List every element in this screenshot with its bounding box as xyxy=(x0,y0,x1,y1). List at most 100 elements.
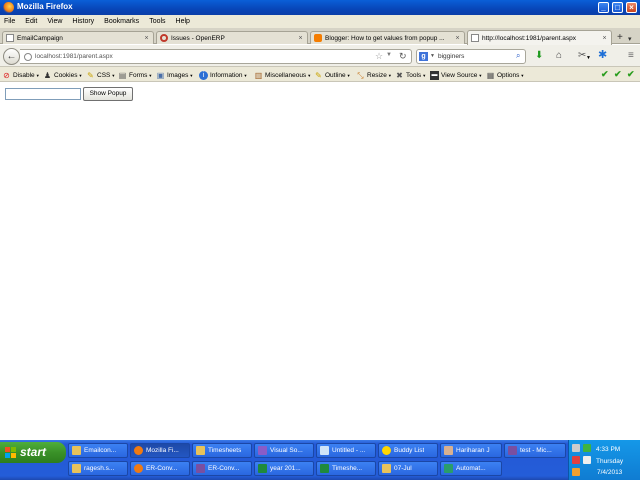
reload-icon[interactable]: ↻ xyxy=(399,51,407,62)
show-popup-button[interactable]: Show Popup xyxy=(83,87,133,101)
tab-emailcampaign[interactable]: EmailCampaign × xyxy=(2,31,154,44)
page-icon xyxy=(6,34,14,42)
dev-outline[interactable]: ✎ Outline ▼ xyxy=(314,70,350,80)
sql-icon xyxy=(196,464,205,473)
network-icon[interactable] xyxy=(572,444,580,452)
taskbar-item[interactable]: test - Mic... xyxy=(504,443,566,458)
css-icon: ✎ xyxy=(87,70,94,80)
dev-forms[interactable]: ▤ Forms ▼ xyxy=(118,70,153,80)
page-icon xyxy=(471,34,479,42)
menu-tools[interactable]: Tools xyxy=(149,18,165,25)
dev-cookies[interactable]: ♟ Cookies ▼ xyxy=(43,70,83,80)
menu-bookmarks[interactable]: Bookmarks xyxy=(104,18,139,25)
url-bar[interactable]: localhost:1981/parent.aspx ☆ ▼ ↻ xyxy=(20,49,412,64)
tab-close-icon[interactable]: × xyxy=(142,34,151,43)
navigation-bar: ← localhost:1981/parent.aspx ☆ ▼ ↻ g ▼ b… xyxy=(0,45,640,67)
firefox-icon xyxy=(134,446,143,455)
tab-close-icon[interactable]: × xyxy=(453,34,462,43)
globe-icon xyxy=(24,53,32,61)
tools-icon: ✖ xyxy=(396,70,403,80)
taskbar-item[interactable]: Timeshe... xyxy=(316,461,376,476)
tab-list-icon[interactable]: ▾ xyxy=(628,35,632,45)
blogger-icon xyxy=(314,34,322,42)
firebug-icon[interactable]: ✱ xyxy=(598,50,607,61)
miscellaneous-icon: ▥ xyxy=(254,70,263,80)
dev-disable[interactable]: ⊘ Disable ▼ xyxy=(2,70,40,80)
dev-information[interactable]: i Information ▼ xyxy=(199,70,248,80)
home-icon[interactable]: ⌂ xyxy=(556,50,562,61)
resize-icon: ⤡ xyxy=(357,70,364,80)
tab-bar: EmailCampaign × Issues - OpenERP × Blogg… xyxy=(0,28,640,45)
forms-icon: ▤ xyxy=(118,70,127,80)
minimize-button[interactable]: _ xyxy=(598,2,609,13)
start-button[interactable]: start xyxy=(0,442,66,463)
history-dropdown-icon[interactable]: ▼ xyxy=(386,52,392,58)
taskbar-item[interactable]: ragesh.s... xyxy=(68,461,128,476)
dev-view-source[interactable]: ▬ View Source ▼ xyxy=(430,70,482,80)
bookmark-star-icon[interactable]: ☆ xyxy=(375,51,383,62)
dev-miscellaneous[interactable]: ▥ Miscellaneous ▼ xyxy=(254,70,311,80)
dev-resize[interactable]: ⤡ Resize ▼ xyxy=(356,70,392,80)
disable-icon: ⊘ xyxy=(3,70,10,80)
search-bar[interactable]: g ▼ bigginers ⌕ xyxy=(416,49,526,64)
new-tab-icon[interactable]: + xyxy=(617,33,623,43)
menu-edit[interactable]: Edit xyxy=(25,18,37,25)
menu-history[interactable]: History xyxy=(72,18,94,25)
validation-check-icon[interactable]: ✔ xyxy=(614,69,622,80)
firefox-icon xyxy=(3,2,14,13)
taskbar-item[interactable]: Emailcon... xyxy=(68,443,128,458)
tray-status-icon[interactable] xyxy=(583,444,591,452)
tab-issues-openerp[interactable]: Issues - OpenERP × xyxy=(156,31,308,44)
value-textbox[interactable] xyxy=(5,88,81,100)
taskbar-item[interactable]: ER-Conv... xyxy=(192,461,252,476)
images-icon: ▣ xyxy=(156,70,165,80)
taskbar-item[interactable]: Timesheets xyxy=(192,443,252,458)
system-tray: 4:33 PM Thursday 7/4/2013 xyxy=(568,440,640,480)
security-icon[interactable] xyxy=(572,456,580,464)
menu-help[interactable]: Help xyxy=(176,18,190,25)
google-icon[interactable]: g xyxy=(419,52,428,61)
menu-icon[interactable]: ≡ xyxy=(628,50,634,61)
update-icon[interactable] xyxy=(572,468,580,476)
tab-blogger[interactable]: Blogger: How to get values from popup ..… xyxy=(310,31,465,44)
folder-icon xyxy=(196,446,205,455)
dev-css[interactable]: ✎ CSS ▼ xyxy=(86,70,115,80)
page-content: Show Popup xyxy=(0,82,640,440)
cookies-icon: ♟ xyxy=(43,70,52,80)
taskbar-item[interactable]: Visual So... xyxy=(254,443,314,458)
maximize-button[interactable]: □ xyxy=(612,2,623,13)
dev-images[interactable]: ▣ Images ▼ xyxy=(156,70,194,80)
taskbar-item[interactable]: 07-Jul xyxy=(378,461,438,476)
validation-check-icon[interactable]: ✔ xyxy=(601,69,609,80)
taskbar-item[interactable]: year 201... xyxy=(254,461,314,476)
menu-view[interactable]: View xyxy=(47,18,62,25)
clock-time[interactable]: 4:33 PM xyxy=(596,446,620,453)
validation-check-icon[interactable]: ✔ xyxy=(627,69,635,80)
tab-close-icon[interactable]: × xyxy=(296,34,305,43)
menu-file[interactable]: File xyxy=(4,18,15,25)
search-input[interactable]: bigginers xyxy=(438,53,464,60)
dev-options[interactable]: ▦ Options ▼ xyxy=(486,70,525,80)
url-text: localhost:1981/parent.aspx xyxy=(35,53,113,60)
taskbar-item[interactable]: ER-Conv... xyxy=(130,461,190,476)
folder-icon xyxy=(382,464,391,473)
tab-parent-aspx[interactable]: http://localhost:1981/parent.aspx × xyxy=(467,30,612,45)
search-icon[interactable]: ⌕ xyxy=(516,51,520,61)
web-developer-toolbar: ⊘ Disable ▼ ♟ Cookies ▼ ✎ CSS ▼ ▤ Forms ▼ ▣ Image… xyxy=(0,67,640,82)
volume-icon[interactable] xyxy=(583,456,591,464)
dev-tools[interactable]: ✖ Tools ▼ xyxy=(395,70,426,80)
visual-studio-icon xyxy=(258,446,267,455)
taskbar-item[interactable]: Buddy List xyxy=(378,443,438,458)
chevron-down-icon[interactable]: ▼ xyxy=(586,53,591,64)
taskbar-item[interactable]: Hariharan J xyxy=(440,443,502,458)
close-button[interactable]: × xyxy=(626,2,637,13)
taskbar-item[interactable]: Mozilla Fi... xyxy=(130,443,190,458)
folder-icon xyxy=(72,464,81,473)
tab-close-icon[interactable]: × xyxy=(600,34,609,43)
chevron-down-icon[interactable]: ▼ xyxy=(430,53,435,59)
download-icon[interactable]: ⬇ xyxy=(535,50,543,61)
taskbar-item[interactable]: Automat... xyxy=(440,461,502,476)
taskbar-item[interactable]: Untitled - ... xyxy=(316,443,376,458)
taskbar: start Emailcon... Mozilla Fi... Timeshee… xyxy=(0,440,640,480)
back-button[interactable]: ← xyxy=(3,48,20,65)
